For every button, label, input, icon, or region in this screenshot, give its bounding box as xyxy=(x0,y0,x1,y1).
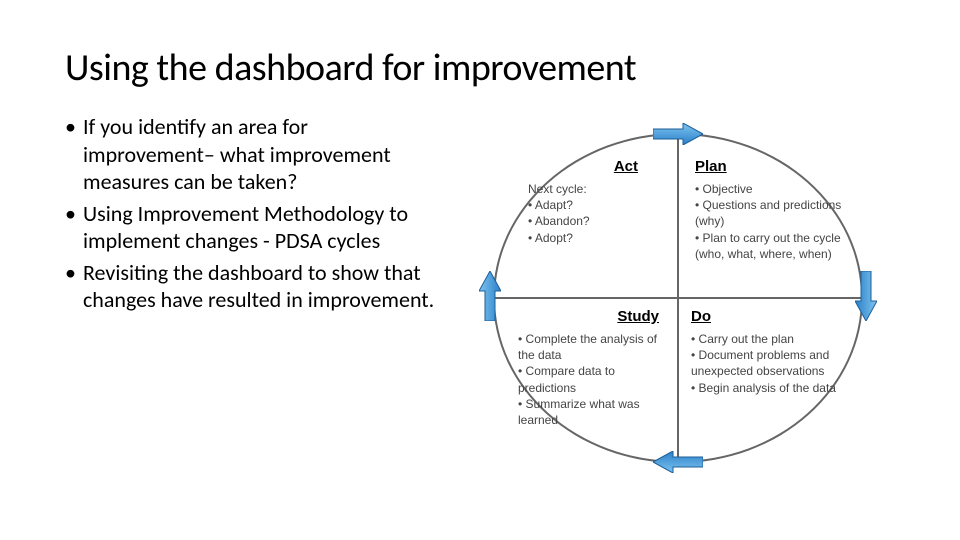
quad-item: Adopt? xyxy=(528,230,658,246)
slide: Using the dashboard for improvement If y… xyxy=(0,0,960,540)
quad-item: Summarize what was learned xyxy=(518,396,673,428)
quad-item: Document problems and unexpected observa… xyxy=(691,347,851,379)
quad-item: Adapt? xyxy=(528,197,658,213)
quad-item: Questions and predictions (why) xyxy=(695,197,850,229)
quadrant-act: Act Next cycle: Adapt? Abandon? Adopt? xyxy=(528,158,658,246)
bullet-list: If you identify an area for improvement–… xyxy=(65,113,435,314)
pdsa-diagram: Act Next cycle: Adapt? Abandon? Adopt? P… xyxy=(463,113,893,473)
quadrant-plan: Plan Objective Questions and predictions… xyxy=(695,158,850,262)
diagram-column: Act Next cycle: Adapt? Abandon? Adopt? P… xyxy=(453,113,895,493)
slide-title: Using the dashboard for improvement xyxy=(65,45,895,91)
arrow-down-icon xyxy=(855,271,877,321)
arrow-up-icon xyxy=(479,271,501,321)
quad-item: Objective xyxy=(695,181,850,197)
bullet-item: If you identify an area for improvement–… xyxy=(65,113,435,196)
quad-item: Begin analysis of the data xyxy=(691,380,851,396)
quad-list: Carry out the plan Document problems and… xyxy=(691,331,851,396)
slide-content: If you identify an area for improvement–… xyxy=(65,113,895,493)
quad-title-plan: Plan xyxy=(695,158,850,175)
quad-item: Plan to carry out the cycle (who, what, … xyxy=(695,230,850,262)
quad-list: Objective Questions and predictions (why… xyxy=(695,181,850,262)
text-column: If you identify an area for improvement–… xyxy=(65,113,435,493)
quadrant-do: Do Carry out the plan Document problems … xyxy=(691,308,851,396)
quad-item: Complete the analysis of the data xyxy=(518,331,673,363)
quad-title-study: Study xyxy=(518,308,673,325)
bullet-item: Revisiting the dashboard to show that ch… xyxy=(65,259,435,314)
quad-title-do: Do xyxy=(691,308,851,325)
quadrant-study: Study Complete the analysis of the data … xyxy=(518,308,673,428)
bullet-item: Using Improvement Methodology to impleme… xyxy=(65,200,435,255)
quad-list: Complete the analysis of the data Compar… xyxy=(518,331,673,428)
quad-item: Compare data to predictions xyxy=(518,363,673,395)
divider-vertical xyxy=(677,133,679,463)
quad-list: Adapt? Abandon? Adopt? xyxy=(528,197,658,246)
quad-subtitle: Next cycle: xyxy=(528,181,658,197)
quad-item: Carry out the plan xyxy=(691,331,851,347)
quad-title-act: Act xyxy=(528,158,658,175)
quad-item: Abandon? xyxy=(528,213,658,229)
arrow-right-icon xyxy=(653,123,703,145)
arrow-left-icon xyxy=(653,451,703,473)
